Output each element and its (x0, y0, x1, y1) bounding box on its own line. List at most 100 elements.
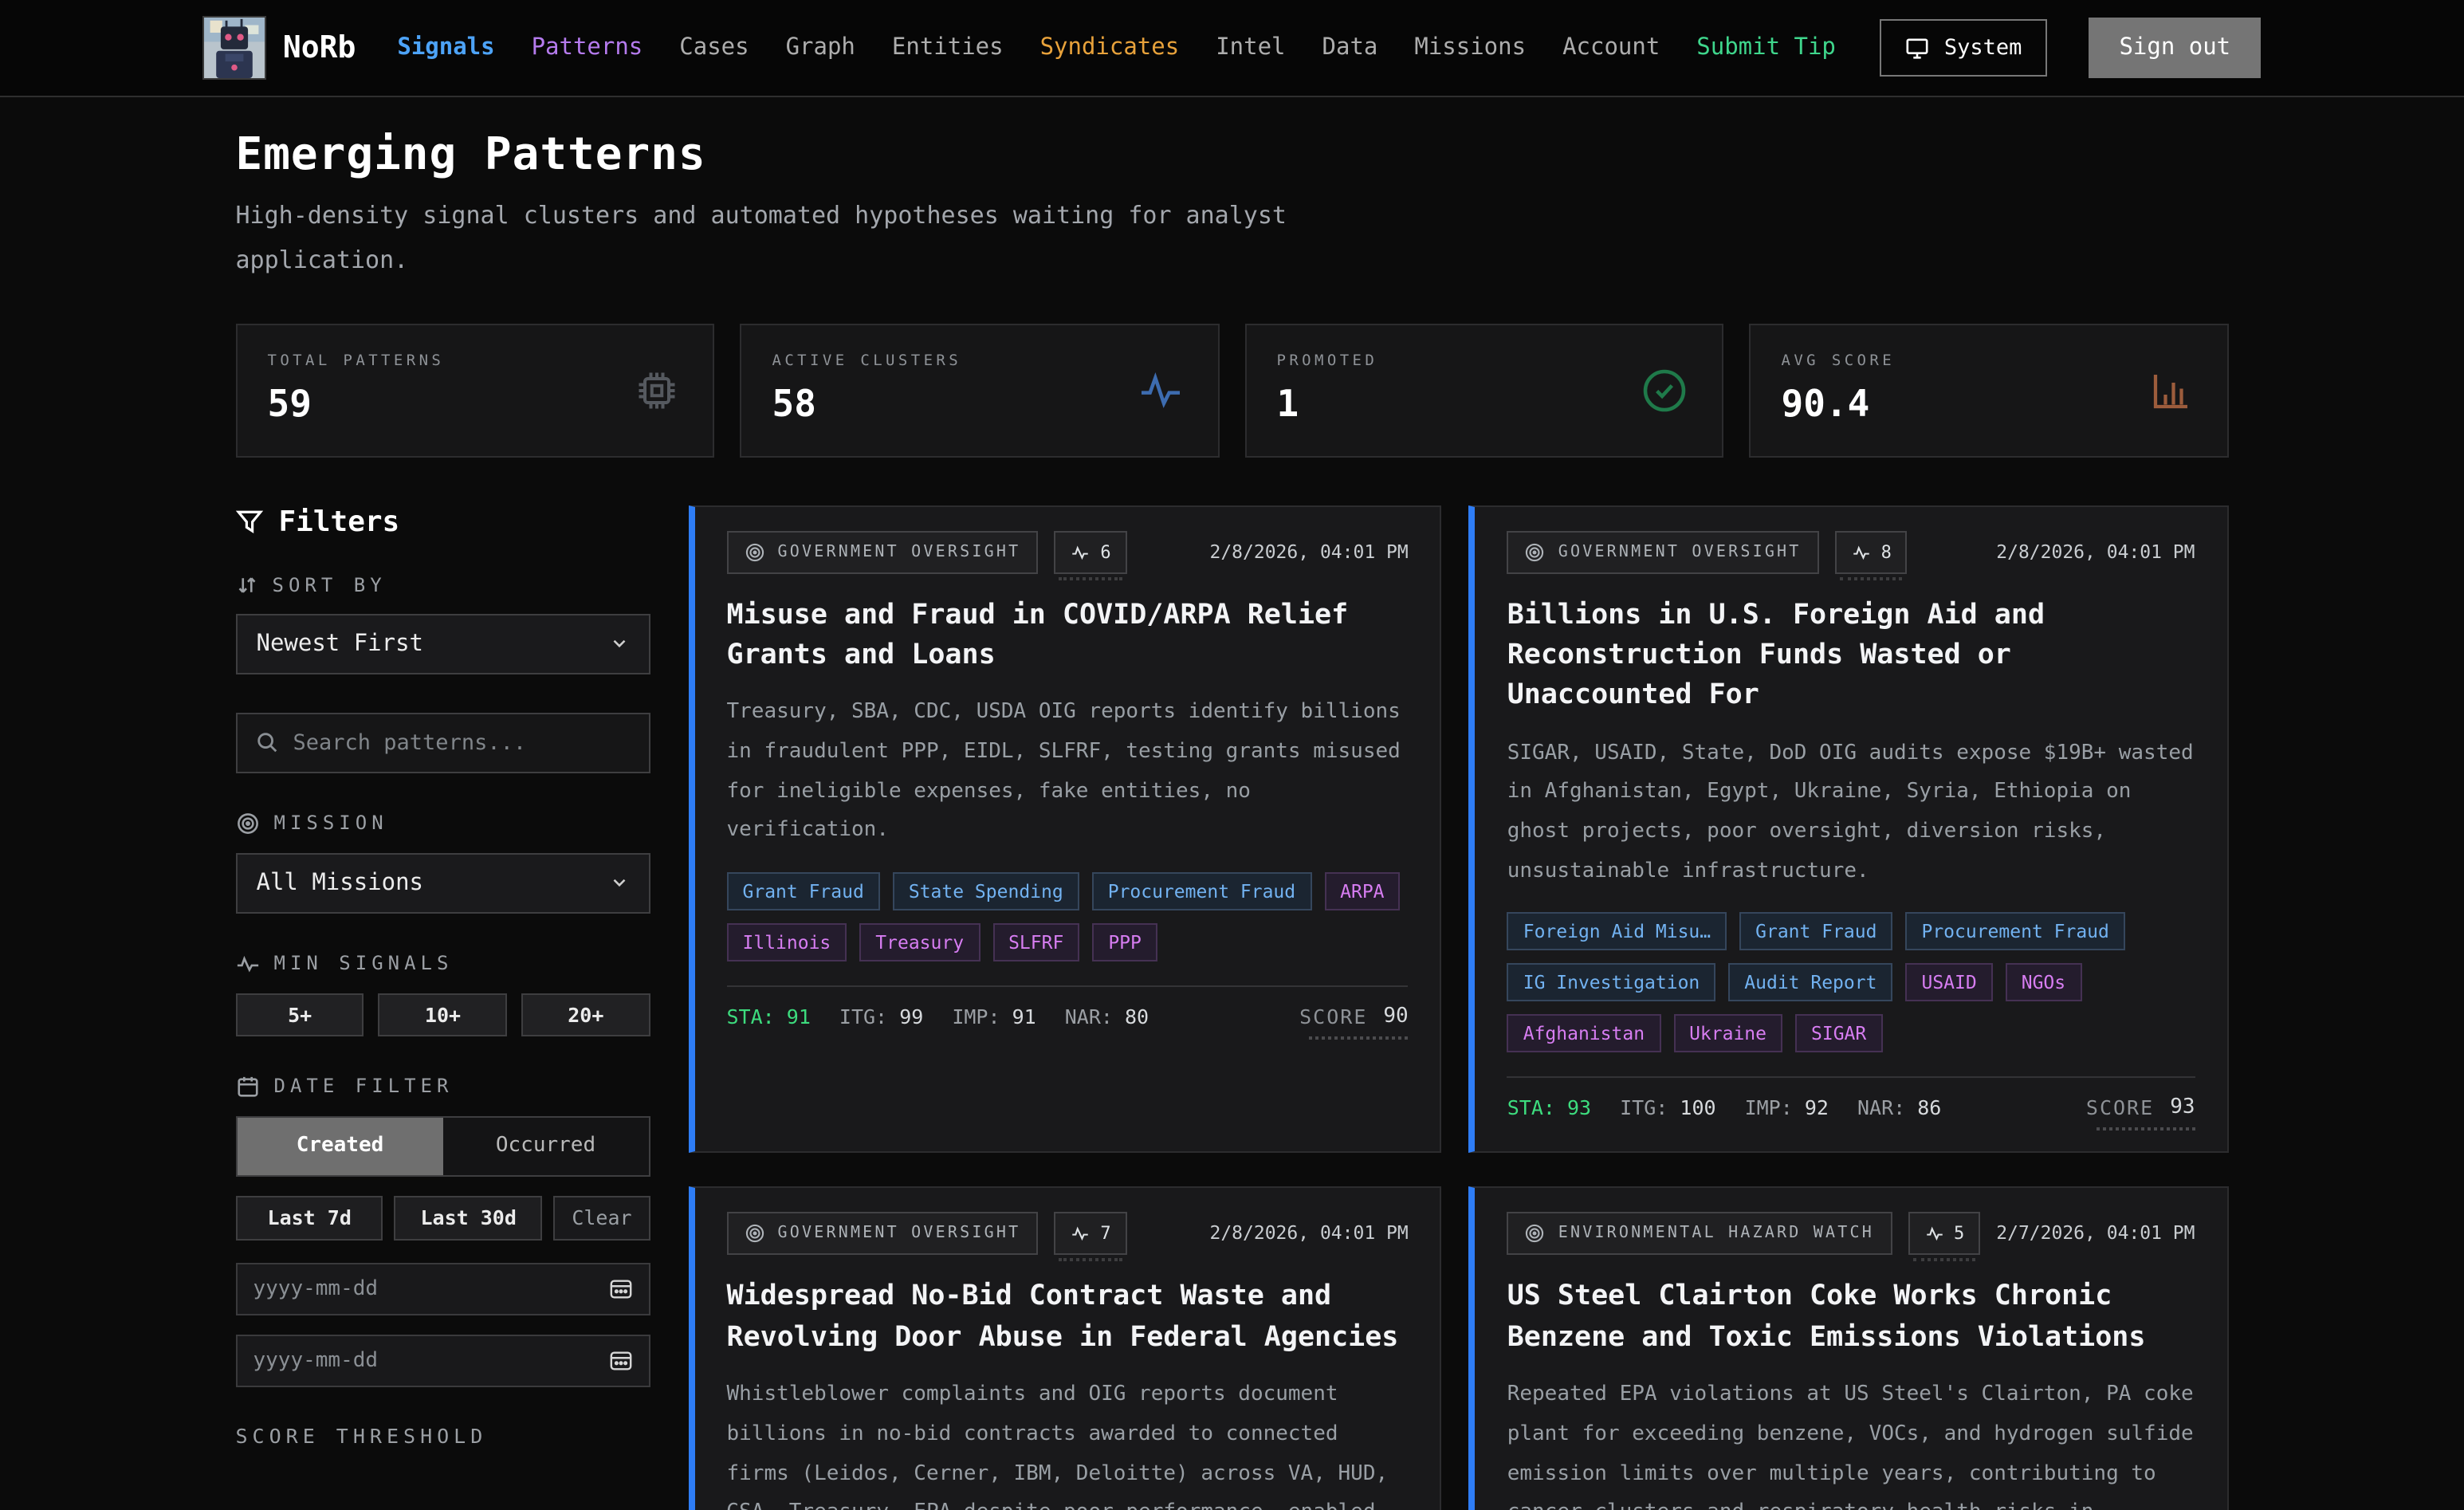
activity-icon (1135, 364, 1186, 415)
page-title: Emerging Patterns (236, 128, 2229, 180)
sort-select[interactable]: Newest First (236, 613, 650, 674)
tag[interactable]: Ukraine (1673, 1015, 1782, 1053)
tag[interactable]: IG Investigation (1507, 964, 1716, 1002)
sign-out-button[interactable]: Sign out (2089, 18, 2261, 78)
pattern-card[interactable]: ENVIRONMENTAL HAZARD WATCH 5 2/7/2026, 0… (1469, 1187, 2229, 1510)
tag[interactable]: Treasury (859, 923, 980, 961)
search-icon (255, 730, 279, 754)
nav-link-submit-tip[interactable]: Submit Tip (1696, 35, 1836, 61)
stats-row: TOTAL PATTERNS 59 ACTIVE CLUSTERS 58 PRO… (236, 323, 2229, 457)
nav-link-account[interactable]: Account (1562, 35, 1660, 61)
nav-link-signals[interactable]: Signals (397, 35, 494, 61)
date-to-input[interactable] (253, 1348, 609, 1372)
mission-select[interactable]: All Missions (236, 852, 650, 913)
stat-total-patterns: TOTAL PATTERNS 59 (236, 323, 715, 457)
tag[interactable]: PPP (1092, 923, 1157, 961)
tag[interactable]: Grant Fraud (1739, 913, 1892, 951)
brand[interactable]: NoRb (203, 16, 356, 80)
pulse-icon (1070, 1224, 1091, 1245)
sta-stat: STA: 93 (1507, 1096, 1591, 1120)
mission-badge: GOVERNMENT OVERSIGHT (727, 1213, 1039, 1256)
tag[interactable]: Foreign Aid Misu… (1507, 913, 1727, 951)
clear-dates-button[interactable]: Clear (553, 1195, 650, 1240)
stat-avg-score: AVG SCORE 90.4 (1750, 323, 2229, 457)
tag[interactable]: Grant Fraud (727, 872, 880, 910)
mission-badge-label: GOVERNMENT OVERSIGHT (778, 1225, 1021, 1243)
nav-link-intel[interactable]: Intel (1216, 35, 1285, 61)
target-icon (236, 811, 260, 835)
min-signals-5-button[interactable]: 5+ (236, 993, 364, 1036)
page: NoRb Signals Patterns Cases Graph Entiti… (0, 0, 2464, 1510)
tag[interactable]: Procurement Fraud (1905, 913, 2124, 951)
date-to-field (236, 1334, 650, 1386)
sort-by-label: SORT BY (236, 573, 650, 596)
min-signals-label: MIN SIGNALS (236, 951, 650, 975)
date-filter-label: DATE FILTER (236, 1074, 650, 1098)
tag[interactable]: USAID (1905, 964, 1992, 1002)
filter-funnel-icon (236, 508, 263, 535)
nav-link-missions[interactable]: Missions (1414, 35, 1526, 61)
chip-icon (634, 366, 682, 414)
chevron-down-icon (609, 872, 630, 893)
pattern-card[interactable]: GOVERNMENT OVERSIGHT 7 2/8/2026, 04:01 P… (689, 1187, 1442, 1510)
signal-count-badge: 5 (1908, 1213, 1980, 1256)
top-navbar: NoRb Signals Patterns Cases Graph Entiti… (0, 0, 2464, 97)
date-mode-created[interactable]: Created (238, 1117, 443, 1174)
tag[interactable]: NGOs (2006, 964, 2081, 1002)
mission-badge: GOVERNMENT OVERSIGHT (727, 530, 1039, 573)
target-icon (745, 541, 765, 562)
check-circle-icon (1640, 364, 1691, 415)
date-mode-occurred[interactable]: Occurred (443, 1117, 649, 1174)
nav-link-entities[interactable]: Entities (892, 35, 1004, 61)
tag[interactable]: Illinois (727, 923, 847, 961)
imp-stat: IMP: 92 (1745, 1096, 1829, 1120)
pattern-title: Misuse and Fraud in COVID/ARPA Relief Gr… (727, 596, 1409, 677)
search-input[interactable] (293, 729, 631, 755)
pattern-tags: Foreign Aid Misu… Grant Fraud Procurement … (1507, 913, 2195, 1053)
pattern-description: Treasury, SBA, CDC, USDA OIG reports ide… (727, 694, 1409, 852)
tag[interactable]: ARPA (1324, 872, 1400, 910)
tag[interactable]: State Spending (893, 872, 1079, 910)
tag[interactable]: Afghanistan (1507, 1015, 1660, 1053)
pattern-description: Whistleblower complaints and OIG reports… (727, 1376, 1409, 1510)
mission-badge-label: ENVIRONMENTAL HAZARD WATCH (1558, 1225, 1874, 1243)
nav-link-graph[interactable]: Graph (786, 35, 855, 61)
pattern-card[interactable]: GOVERNMENT OVERSIGHT 6 2/8/2026, 04:01 P… (689, 505, 1442, 1154)
nav-link-patterns[interactable]: Patterns (532, 35, 643, 61)
pulse-icon (1070, 541, 1091, 562)
tag[interactable]: Audit Report (1728, 964, 1892, 1002)
pattern-card[interactable]: GOVERNMENT OVERSIGHT 8 2/8/2026, 04:01 P… (1469, 505, 2229, 1154)
tag[interactable]: SIGAR (1795, 1015, 1882, 1053)
calendar-picker-icon[interactable] (609, 1348, 633, 1372)
pattern-title: US Steel Clairton Coke Works Chronic Ben… (1507, 1278, 2195, 1359)
date-from-input[interactable] (253, 1276, 609, 1300)
target-icon (1525, 541, 1546, 562)
mission-badge-label: GOVERNMENT OVERSIGHT (778, 543, 1021, 560)
sort-arrows-icon (236, 573, 258, 596)
sta-stat: STA: 91 (727, 1005, 811, 1028)
target-icon (745, 1224, 765, 1245)
tag[interactable]: SLFRF (992, 923, 1079, 961)
min-signals-10-button[interactable]: 10+ (379, 993, 507, 1036)
pattern-title: Billions in U.S. Foreign Aid and Reconst… (1507, 596, 2195, 717)
pattern-title: Widespread No-Bid Contract Waste and Rev… (727, 1278, 1409, 1359)
itg-stat: ITG: 100 (1620, 1096, 1715, 1120)
nav-link-cases[interactable]: Cases (679, 35, 749, 61)
nav-link-data[interactable]: Data (1322, 35, 1378, 61)
last-7d-button[interactable]: Last 7d (236, 1195, 383, 1240)
system-theme-button[interactable]: System (1880, 19, 2048, 77)
pulse-icon (1851, 541, 1872, 562)
last-30d-button[interactable]: Last 30d (395, 1195, 542, 1240)
nar-stat: NAR: 80 (1065, 1005, 1149, 1028)
pattern-grid: GOVERNMENT OVERSIGHT 6 2/8/2026, 04:01 P… (689, 505, 2229, 1510)
calendar-picker-icon[interactable] (609, 1276, 633, 1300)
filters-heading: Filters (236, 505, 650, 538)
pattern-date: 2/8/2026, 04:01 PM (1209, 530, 1408, 562)
pulse-icon (236, 951, 260, 975)
nav-link-syndicates[interactable]: Syndicates (1040, 35, 1180, 61)
signal-count-badge: 7 (1054, 1213, 1126, 1256)
tag[interactable]: Procurement Fraud (1092, 872, 1311, 910)
date-from-field (236, 1262, 650, 1315)
filters-sidebar: Filters SORT BY Newest First (236, 505, 650, 1447)
min-signals-20-button[interactable]: 20+ (521, 993, 650, 1036)
